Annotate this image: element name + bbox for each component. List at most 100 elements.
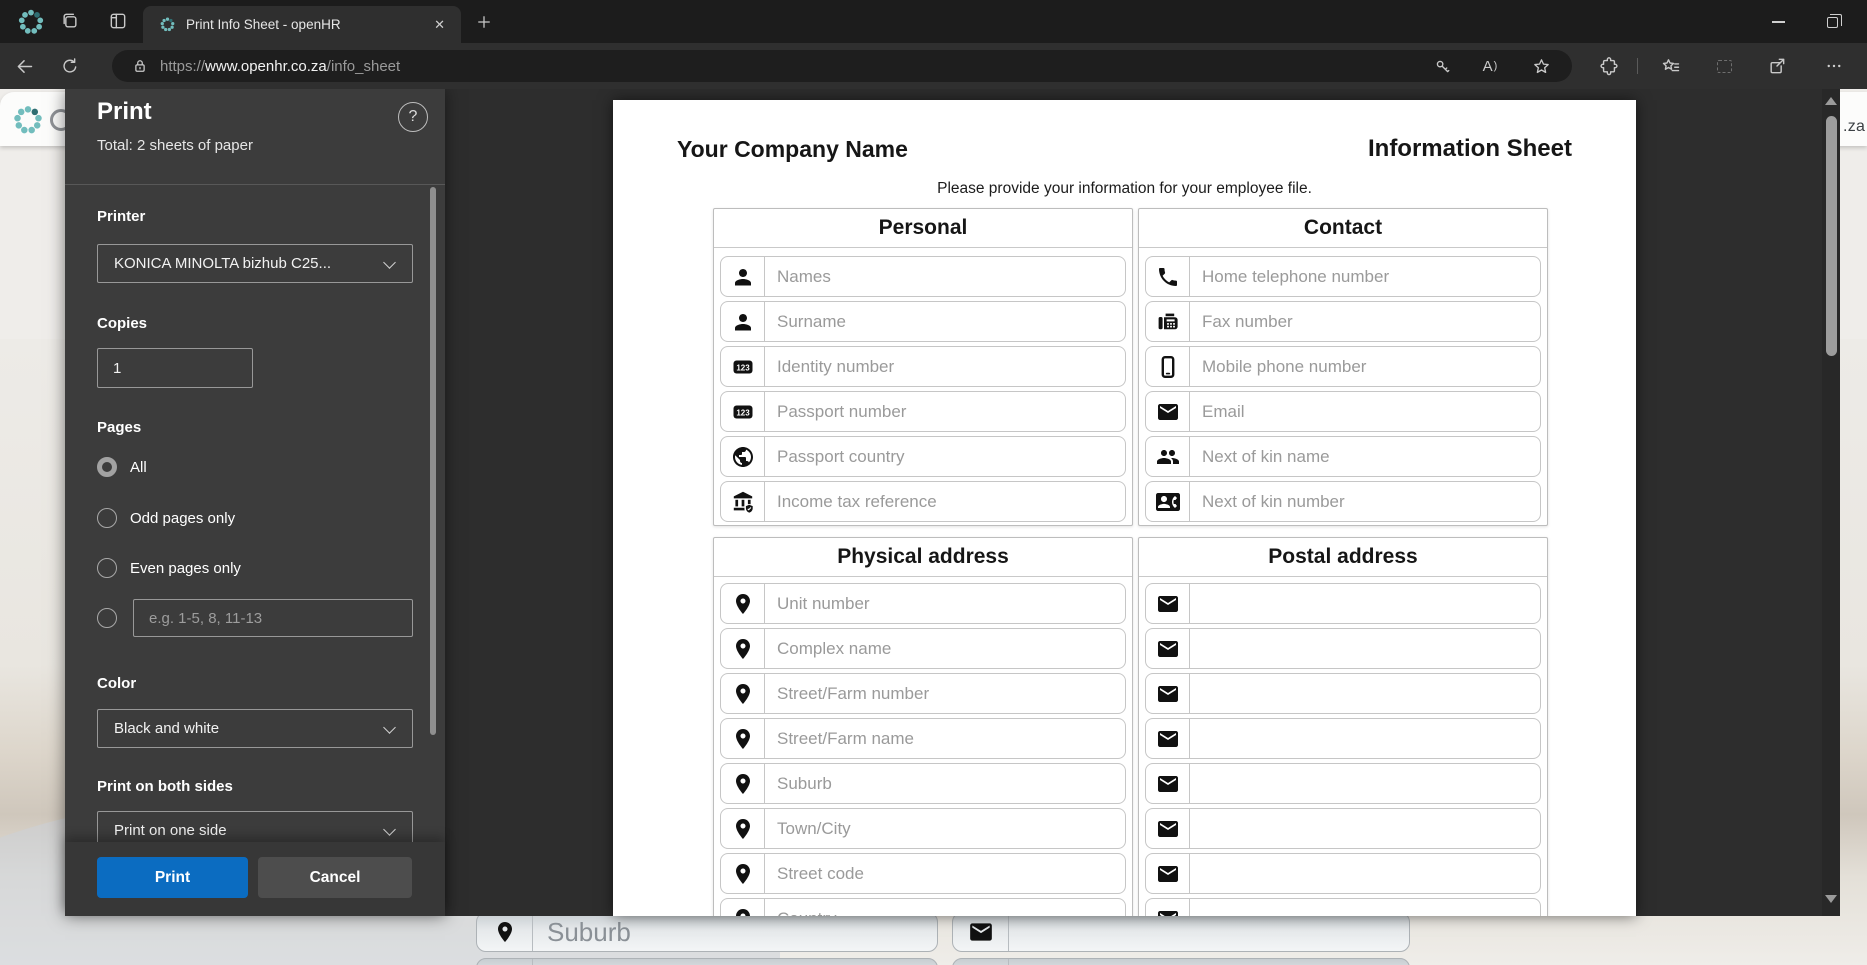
fax-icon	[1146, 302, 1190, 341]
panel-personal: Personal Names Surname Identity number P…	[713, 208, 1133, 526]
bg-field-suburb[interactable]: Suburb	[476, 912, 938, 952]
mail-icon	[1146, 809, 1190, 848]
mail-icon	[1146, 584, 1190, 623]
panel-personal-title: Personal	[714, 209, 1132, 248]
copies-input[interactable]	[97, 348, 253, 388]
restore-window-icon[interactable]	[1820, 10, 1844, 34]
field-country: Country	[720, 898, 1126, 916]
field-postal-5	[1145, 763, 1541, 804]
new-tab-icon[interactable]	[472, 10, 496, 34]
location-pin-icon	[721, 584, 765, 623]
page-header-text-fragment: .za	[1843, 118, 1866, 135]
field-postal-7	[1145, 853, 1541, 894]
favorites-bar-icon[interactable]	[1659, 54, 1683, 78]
field-postal-8	[1145, 898, 1541, 916]
people-icon	[1146, 437, 1190, 476]
help-button[interactable]: ?	[398, 102, 428, 132]
extensions-icon[interactable]	[1597, 54, 1621, 78]
bg-field-postal-1[interactable]	[952, 912, 1410, 952]
field-next-of-kin-name: Next of kin name	[1145, 436, 1541, 477]
field-street-farm-name: Street/Farm name	[720, 718, 1126, 759]
radio-icon[interactable]	[97, 508, 117, 528]
field-postal-2	[1145, 628, 1541, 669]
field-unit-number: Unit number	[720, 583, 1126, 624]
favorite-star-icon[interactable]	[1529, 54, 1553, 78]
pages-option-even[interactable]: Even pages only	[97, 558, 241, 578]
scroll-up-arrow-icon[interactable]	[1825, 97, 1837, 105]
mail-icon	[953, 913, 1009, 951]
globe-icon	[721, 437, 765, 476]
location-pin-icon	[721, 719, 765, 758]
field-identity-number: Identity number	[720, 346, 1126, 387]
mail-icon	[1146, 719, 1190, 758]
minimize-window-icon[interactable]	[1766, 10, 1790, 34]
field-postal-6	[1145, 808, 1541, 849]
page-range-input[interactable]	[133, 599, 413, 637]
numbers-123-icon	[721, 392, 765, 431]
openhr-logo	[14, 106, 42, 134]
color-label: Color	[97, 675, 137, 692]
field-postal-4	[1145, 718, 1541, 759]
location-pin-icon	[477, 913, 533, 951]
panel-contact-title: Contact	[1139, 209, 1547, 248]
close-tab-icon[interactable]: ✕	[430, 15, 449, 35]
field-street-code: Street code	[720, 853, 1126, 894]
field-passport-number: Passport number	[720, 391, 1126, 432]
edge-app-icon[interactable]	[14, 5, 48, 39]
panel-physical-address: Physical address Unit number Complex nam…	[713, 537, 1133, 916]
mail-icon	[1146, 764, 1190, 803]
password-key-icon[interactable]	[1430, 54, 1454, 78]
browser-tab[interactable]: Print Info Sheet - openHR ✕	[143, 6, 461, 43]
screenshot-icon[interactable]	[1712, 54, 1736, 78]
preview-scrollbar-thumb[interactable]	[1825, 116, 1837, 356]
company-name: Your Company Name	[677, 136, 908, 162]
refresh-icon[interactable]	[58, 54, 82, 78]
toolbar-divider	[1637, 58, 1638, 74]
pages-option-custom[interactable]	[97, 608, 117, 628]
mail-icon	[1146, 674, 1190, 713]
bg-field-postal-2[interactable]	[952, 958, 1410, 965]
pages-label: Pages	[97, 419, 142, 436]
scroll-down-arrow-icon[interactable]	[1825, 895, 1837, 903]
dialog-scrollbar-thumb[interactable]	[430, 187, 436, 735]
radio-icon[interactable]	[97, 558, 117, 578]
bg-field-town-city[interactable]: Town/City	[476, 958, 938, 965]
chevron-down-icon	[383, 721, 396, 734]
preview-scrollbar[interactable]	[1822, 89, 1840, 916]
pages-option-odd[interactable]: Odd pages only	[97, 508, 235, 528]
pages-option-all[interactable]: All	[97, 457, 147, 477]
email-icon	[1146, 392, 1190, 431]
mail-icon	[953, 959, 1009, 965]
read-aloud-icon[interactable]: A)	[1478, 54, 1502, 78]
back-icon[interactable]	[12, 54, 36, 78]
panel-contact: Contact Home telephone number Fax number…	[1138, 208, 1548, 526]
both-sides-label: Print on both sides	[97, 778, 233, 795]
field-next-of-kin-number: Next of kin number	[1145, 481, 1541, 522]
radio-icon[interactable]	[97, 608, 117, 628]
smartphone-icon	[1146, 347, 1190, 386]
address-bar[interactable]: https://www.openhr.co.za/info_sheet A)	[112, 50, 1572, 82]
lock-icon[interactable]	[128, 54, 152, 78]
field-postal-3	[1145, 673, 1541, 714]
settings-ellipsis-icon[interactable]	[1822, 54, 1846, 78]
location-pin-icon	[721, 899, 765, 916]
cancel-button[interactable]: Cancel	[258, 857, 412, 898]
radio-selected-icon[interactable]	[97, 457, 117, 477]
color-select[interactable]: Black and white	[97, 709, 413, 748]
field-street-farm-number: Street/Farm number	[720, 673, 1126, 714]
sheet-subtitle: Please provide your information for your…	[937, 180, 1312, 197]
location-pin-icon	[721, 809, 765, 848]
share-icon[interactable]	[1765, 54, 1789, 78]
url-text[interactable]: https://www.openhr.co.za/info_sheet	[160, 58, 400, 75]
printer-select[interactable]: KONICA MINOLTA bizhub C25...	[97, 244, 413, 283]
dialog-footer: Print Cancel	[65, 842, 445, 916]
field-email: Email	[1145, 391, 1541, 432]
tab-actions-icon[interactable]	[58, 9, 82, 33]
browser-toolbar: https://www.openhr.co.za/info_sheet A)	[0, 43, 1867, 89]
panel-postal-address: Postal address	[1138, 537, 1548, 916]
print-button[interactable]: Print	[97, 857, 248, 898]
panel-postal-title: Postal address	[1139, 538, 1547, 577]
mail-icon	[1146, 854, 1190, 893]
vertical-tabs-icon[interactable]	[106, 9, 130, 33]
location-pin-icon	[477, 959, 533, 965]
